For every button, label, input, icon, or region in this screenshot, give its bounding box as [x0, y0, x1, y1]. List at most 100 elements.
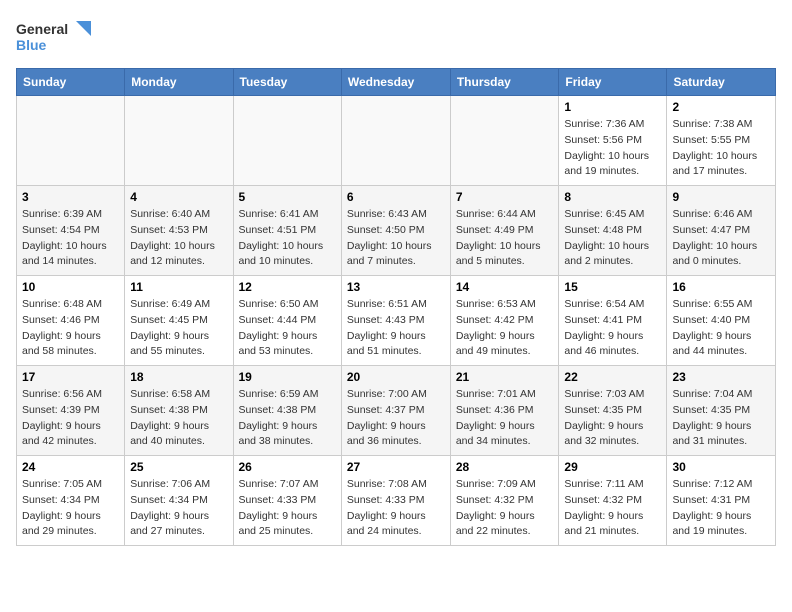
day-info: Sunrise: 6:56 AM Sunset: 4:39 PM Dayligh… [22, 387, 119, 450]
day-info: Sunrise: 6:53 AM Sunset: 4:42 PM Dayligh… [456, 297, 554, 360]
day-info: Sunrise: 7:01 AM Sunset: 4:36 PM Dayligh… [456, 387, 554, 450]
calendar-cell: 8 Sunrise: 6:45 AM Sunset: 4:48 PM Daylig… [559, 186, 667, 276]
day-number: 13 [347, 280, 445, 294]
calendar-cell: 28 Sunrise: 7:09 AM Sunset: 4:32 PM Dayli… [450, 456, 559, 546]
calendar-cell: 14 Sunrise: 6:53 AM Sunset: 4:42 PM Dayli… [450, 276, 559, 366]
calendar-week-1: 1 Sunrise: 7:36 AM Sunset: 5:56 PM Daylig… [17, 96, 776, 186]
day-info: Sunrise: 6:54 AM Sunset: 4:41 PM Dayligh… [564, 297, 661, 360]
day-number: 21 [456, 370, 554, 384]
day-number: 25 [130, 460, 227, 474]
calendar-cell: 4 Sunrise: 6:40 AM Sunset: 4:53 PM Daylig… [125, 186, 233, 276]
day-info: Sunrise: 7:06 AM Sunset: 4:34 PM Dayligh… [130, 477, 227, 540]
calendar-cell [450, 96, 559, 186]
day-info: Sunrise: 6:49 AM Sunset: 4:45 PM Dayligh… [130, 297, 227, 360]
day-number: 6 [347, 190, 445, 204]
svg-text:Blue: Blue [16, 37, 47, 53]
header-day-saturday: Saturday [667, 69, 776, 96]
day-info: Sunrise: 6:50 AM Sunset: 4:44 PM Dayligh… [239, 297, 336, 360]
day-number: 16 [672, 280, 770, 294]
day-number: 2 [672, 100, 770, 114]
calendar-cell [125, 96, 233, 186]
day-number: 27 [347, 460, 445, 474]
calendar-cell: 23Sunrise: 7:04 AM Sunset: 4:35 PM Dayli… [667, 366, 776, 456]
header-day-thursday: Thursday [450, 69, 559, 96]
day-number: 24 [22, 460, 119, 474]
day-info: Sunrise: 6:44 AM Sunset: 4:49 PM Dayligh… [456, 207, 554, 270]
calendar-cell: 13 Sunrise: 6:51 AM Sunset: 4:43 PM Dayli… [341, 276, 450, 366]
svg-text:General: General [16, 21, 68, 37]
calendar-table: SundayMondayTuesdayWednesdayThursdayFrid… [16, 68, 776, 546]
day-info: Sunrise: 6:39 AM Sunset: 4:54 PM Dayligh… [22, 207, 119, 270]
day-info: Sunrise: 7:07 AM Sunset: 4:33 PM Dayligh… [239, 477, 336, 540]
calendar-cell: 5 Sunrise: 6:41 AM Sunset: 4:51 PM Daylig… [233, 186, 341, 276]
calendar-week-3: 10 Sunrise: 6:48 AM Sunset: 4:46 PM Dayli… [17, 276, 776, 366]
day-info: Sunrise: 6:45 AM Sunset: 4:48 PM Dayligh… [564, 207, 661, 270]
day-number: 18 [130, 370, 227, 384]
day-info: Sunrise: 7:38 AM Sunset: 5:55 PM Dayligh… [672, 117, 770, 180]
page-header: GeneralBlue [16, 16, 776, 56]
day-number: 19 [239, 370, 336, 384]
calendar-cell: 18Sunrise: 6:58 AM Sunset: 4:38 PM Dayli… [125, 366, 233, 456]
calendar-cell [341, 96, 450, 186]
day-info: Sunrise: 7:12 AM Sunset: 4:31 PM Dayligh… [672, 477, 770, 540]
day-number: 10 [22, 280, 119, 294]
day-info: Sunrise: 7:09 AM Sunset: 4:32 PM Dayligh… [456, 477, 554, 540]
day-info: Sunrise: 7:00 AM Sunset: 4:37 PM Dayligh… [347, 387, 445, 450]
calendar-cell: 15 Sunrise: 6:54 AM Sunset: 4:41 PM Dayli… [559, 276, 667, 366]
day-info: Sunrise: 6:55 AM Sunset: 4:40 PM Dayligh… [672, 297, 770, 360]
day-number: 17 [22, 370, 119, 384]
calendar-cell: 2 Sunrise: 7:38 AM Sunset: 5:55 PM Daylig… [667, 96, 776, 186]
day-number: 30 [672, 460, 770, 474]
day-number: 22 [564, 370, 661, 384]
day-info: Sunrise: 7:36 AM Sunset: 5:56 PM Dayligh… [564, 117, 661, 180]
calendar-cell: 6Sunrise: 6:43 AM Sunset: 4:50 PM Daylig… [341, 186, 450, 276]
calendar-cell: 11 Sunrise: 6:49 AM Sunset: 4:45 PM Dayli… [125, 276, 233, 366]
header-day-sunday: Sunday [17, 69, 125, 96]
calendar-week-2: 3Sunrise: 6:39 AM Sunset: 4:54 PM Daylig… [17, 186, 776, 276]
calendar-cell: 27 Sunrise: 7:08 AM Sunset: 4:33 PM Dayli… [341, 456, 450, 546]
day-number: 26 [239, 460, 336, 474]
calendar-week-4: 17 Sunrise: 6:56 AM Sunset: 4:39 PM Dayli… [17, 366, 776, 456]
calendar-cell [233, 96, 341, 186]
day-info: Sunrise: 7:11 AM Sunset: 4:32 PM Dayligh… [564, 477, 661, 540]
day-number: 1 [564, 100, 661, 114]
day-info: Sunrise: 6:40 AM Sunset: 4:53 PM Dayligh… [130, 207, 227, 270]
day-number: 4 [130, 190, 227, 204]
day-info: Sunrise: 6:59 AM Sunset: 4:38 PM Dayligh… [239, 387, 336, 450]
day-info: Sunrise: 7:03 AM Sunset: 4:35 PM Dayligh… [564, 387, 661, 450]
day-number: 28 [456, 460, 554, 474]
calendar-cell: 26 Sunrise: 7:07 AM Sunset: 4:33 PM Dayli… [233, 456, 341, 546]
calendar-cell: 9Sunrise: 6:46 AM Sunset: 4:47 PM Daylig… [667, 186, 776, 276]
calendar-cell: 25 Sunrise: 7:06 AM Sunset: 4:34 PM Dayli… [125, 456, 233, 546]
day-number: 14 [456, 280, 554, 294]
calendar-header-row: SundayMondayTuesdayWednesdayThursdayFrid… [17, 69, 776, 96]
day-number: 7 [456, 190, 554, 204]
calendar-cell: 17 Sunrise: 6:56 AM Sunset: 4:39 PM Dayli… [17, 366, 125, 456]
day-number: 20 [347, 370, 445, 384]
calendar-cell: 7 Sunrise: 6:44 AM Sunset: 4:49 PM Daylig… [450, 186, 559, 276]
calendar-cell: 22 Sunrise: 7:03 AM Sunset: 4:35 PM Dayli… [559, 366, 667, 456]
day-number: 23 [672, 370, 770, 384]
day-number: 29 [564, 460, 661, 474]
header-day-friday: Friday [559, 69, 667, 96]
logo-svg: GeneralBlue [16, 16, 96, 56]
calendar-cell: 20 Sunrise: 7:00 AM Sunset: 4:37 PM Dayli… [341, 366, 450, 456]
day-info: Sunrise: 6:51 AM Sunset: 4:43 PM Dayligh… [347, 297, 445, 360]
header-day-monday: Monday [125, 69, 233, 96]
day-number: 5 [239, 190, 336, 204]
calendar-cell [17, 96, 125, 186]
day-info: Sunrise: 6:48 AM Sunset: 4:46 PM Dayligh… [22, 297, 119, 360]
calendar-cell: 19 Sunrise: 6:59 AM Sunset: 4:38 PM Dayli… [233, 366, 341, 456]
day-number: 9 [672, 190, 770, 204]
calendar-cell: 24 Sunrise: 7:05 AM Sunset: 4:34 PM Dayli… [17, 456, 125, 546]
day-info: Sunrise: 7:08 AM Sunset: 4:33 PM Dayligh… [347, 477, 445, 540]
day-number: 8 [564, 190, 661, 204]
day-number: 11 [130, 280, 227, 294]
calendar-cell: 29 Sunrise: 7:11 AM Sunset: 4:32 PM Dayli… [559, 456, 667, 546]
day-info: Sunrise: 7:05 AM Sunset: 4:34 PM Dayligh… [22, 477, 119, 540]
day-info: Sunrise: 6:41 AM Sunset: 4:51 PM Dayligh… [239, 207, 336, 270]
calendar-cell: 30 Sunrise: 7:12 AM Sunset: 4:31 PM Dayli… [667, 456, 776, 546]
day-number: 15 [564, 280, 661, 294]
calendar-cell: 12Sunrise: 6:50 AM Sunset: 4:44 PM Dayli… [233, 276, 341, 366]
header-day-wednesday: Wednesday [341, 69, 450, 96]
